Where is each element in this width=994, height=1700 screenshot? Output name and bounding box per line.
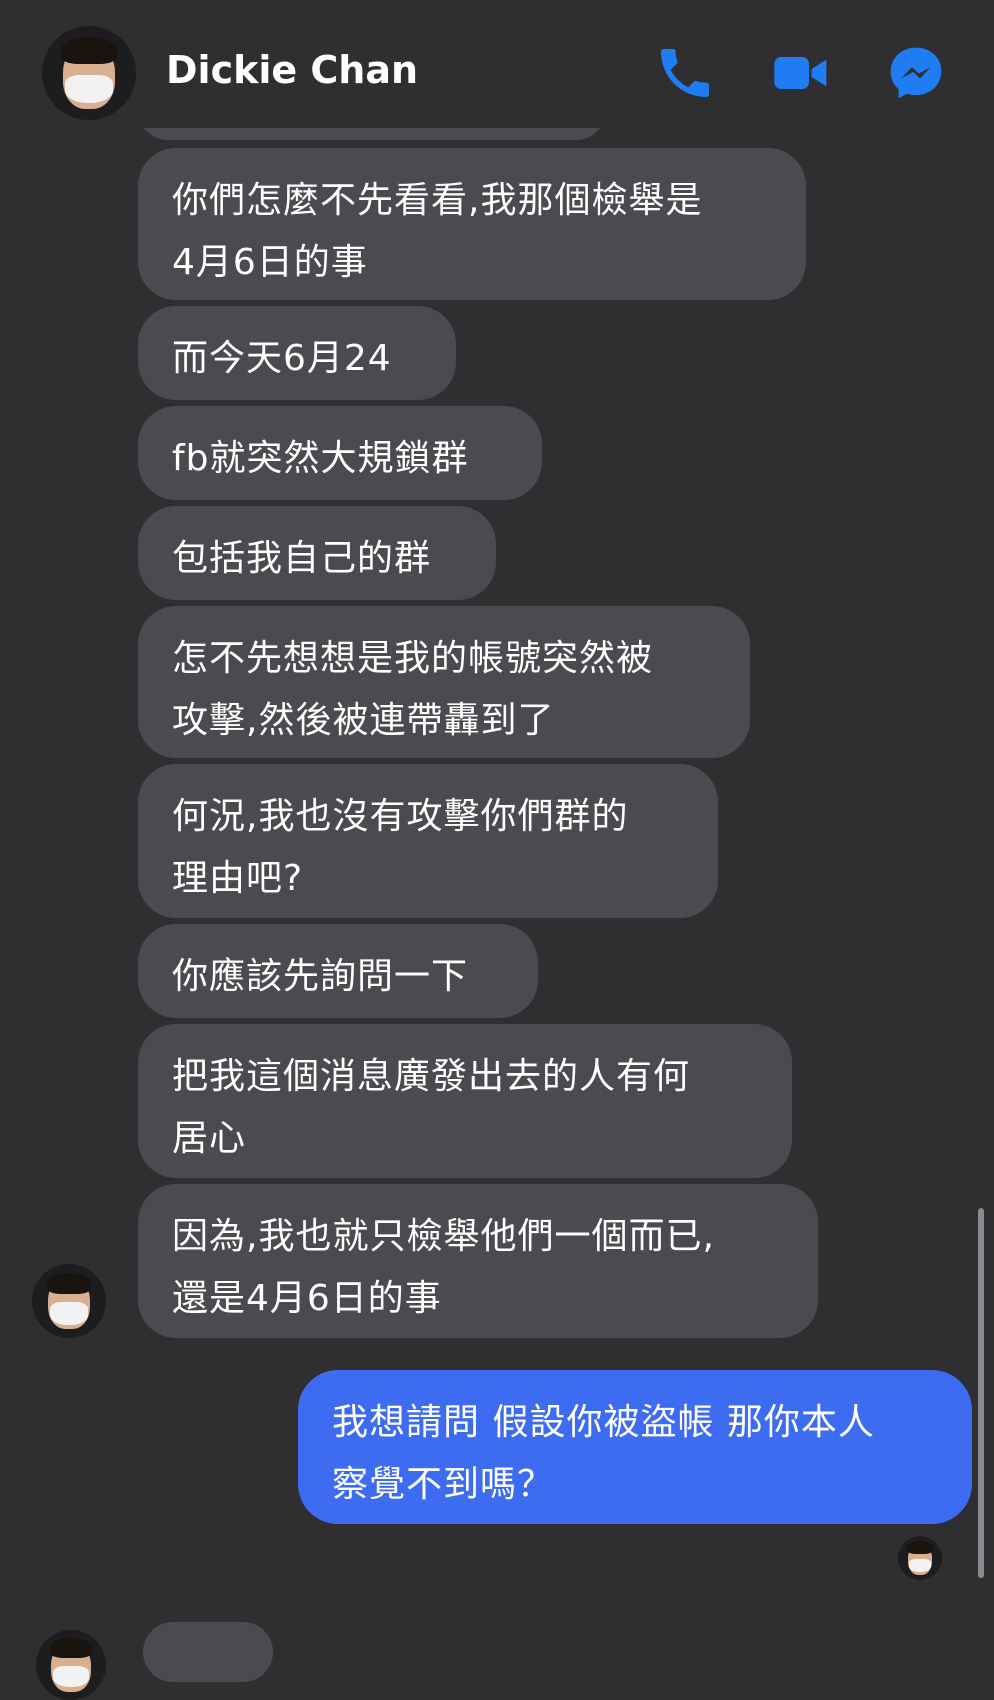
message-bubble-incoming[interactable]: 把我這個消息廣發出去的人有何 居心	[138, 1024, 792, 1178]
message-bubble-incoming[interactable]: 包括我自己的群	[138, 506, 496, 600]
scrollbar[interactable]	[978, 1208, 984, 1578]
video-camera-icon[interactable]	[766, 38, 836, 108]
contact-name[interactable]: Dickie Chan	[166, 48, 418, 92]
contact-avatar-small[interactable]	[36, 1630, 106, 1700]
contact-avatar[interactable]	[42, 26, 136, 120]
message-bubble-incoming[interactable]: fb就突然大規鎖群	[138, 406, 542, 500]
message-bubble-incoming[interactable]: 而今天6月24	[138, 306, 456, 400]
contact-avatar-small[interactable]	[32, 1264, 106, 1338]
read-receipt-avatar	[898, 1536, 942, 1580]
phone-icon[interactable]	[650, 38, 720, 108]
message-bubble-incoming[interactable]: 怎不先想想是我的帳號突然被 攻擊,然後被連帶轟到了	[138, 606, 750, 758]
message-bubble-outgoing[interactable]: 我想請問 假設你被盜帳 那你本人 察覺不到嗎？	[298, 1370, 972, 1524]
message-bubble-incoming[interactable]: 因為,我也就只檢舉他們一個而已, 還是4月6日的事	[138, 1184, 818, 1338]
conversation-header: Dickie Chan	[0, 0, 994, 128]
message-bubble-incoming[interactable]: 你應該先詢問一下	[138, 924, 538, 1018]
messenger-icon[interactable]	[881, 38, 951, 108]
message-bubble-incoming[interactable]: 何況,我也沒有攻擊你們群的 理由吧?	[138, 764, 718, 918]
message-bubble-incoming[interactable]: 你們怎麼不先看看,我那個檢舉是 4月6日的事	[138, 148, 806, 300]
partial-message-bubble	[143, 1622, 273, 1682]
